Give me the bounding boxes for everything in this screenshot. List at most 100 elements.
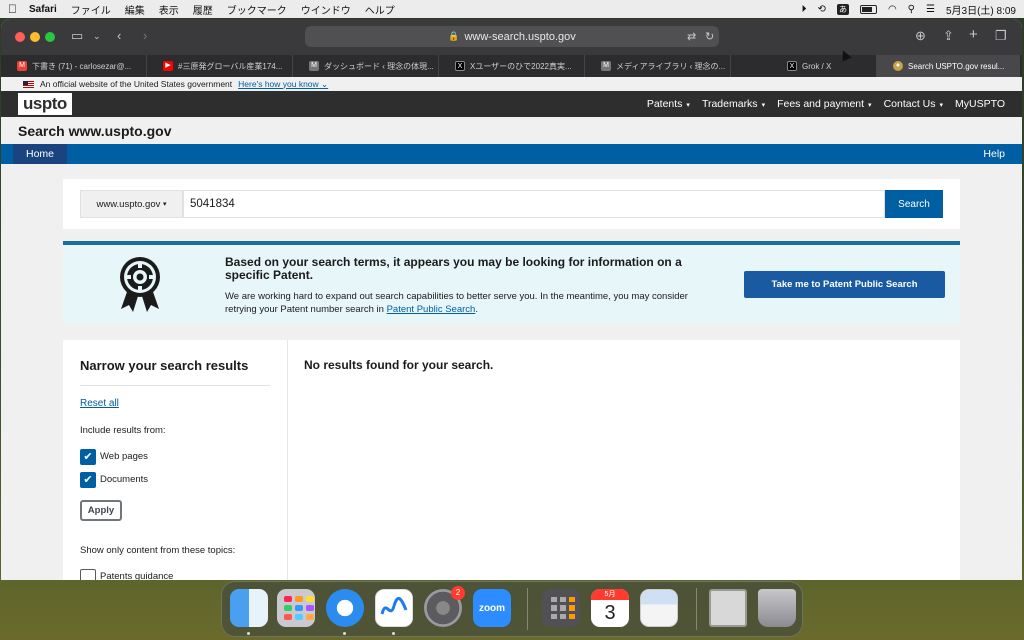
back-icon[interactable]: ‹ [117,28,121,43]
reset-all-link[interactable]: Reset all [80,398,119,409]
translate-icon[interactable]: ⇄ [687,30,696,43]
gov-banner: An official website of the United States… [1,77,1022,91]
settings-badge: 2 [451,586,465,600]
scope-label: www.uspto.gov [96,198,161,210]
uspto-seal-icon: ● [893,61,903,71]
lock-icon: 🔒 [448,31,460,41]
tab-dashboard[interactable]: M ダッシュボード ‹ 理念の体現... [293,55,439,77]
calendar-icon[interactable]: 5月 3 [591,589,629,627]
filter-sidebar: Narrow your search results Reset all Inc… [63,340,288,580]
menu-bar:  Safari ファイル 編集 表示 履歴 ブックマーク ウインドウ ヘルプ … [0,0,1024,18]
patents-guidance-checkbox[interactable] [80,569,96,580]
menu-file[interactable]: ファイル [71,2,111,17]
nav-label: Patents [646,98,683,110]
caret-down-icon: ▾ [163,201,167,208]
forward-icon[interactable]: › [143,28,147,43]
gov-banner-text: An official website of the United States… [40,79,233,89]
documents-checkbox[interactable]: ✔ [80,472,96,488]
x-icon: X [455,61,465,71]
url-text: www-search.uspto.gov [464,30,576,43]
us-flag-icon [23,80,34,88]
minimize-window-button[interactable] [30,32,40,42]
close-window-button[interactable] [15,32,25,42]
tab-media-library[interactable]: M メディアライブラリ ‹ 理念の... [585,55,731,77]
patent-public-search-button[interactable]: Take me to Patent Public Search [744,271,945,298]
menu-safari[interactable]: Safari [29,4,57,15]
time-machine-icon[interactable]: ⟲ [818,4,826,15]
nav-trademarks[interactable]: Trademarks ▾ [702,98,765,110]
freeform-icon[interactable] [375,589,413,627]
menu-window[interactable]: ウインドウ [301,2,351,17]
patent-public-search-link[interactable]: Patent Public Search [387,304,476,315]
tab-gmail[interactable]: M 下書き (71) - carlosezar@... [1,55,147,77]
tab-x-user[interactable]: X Xユーザーのひで2022真実... [439,55,585,77]
heres-how-you-know-link[interactable]: Here's how you know ⌄ [238,79,328,90]
input-method-icon[interactable]: あ [836,3,849,15]
menu-view[interactable]: 表示 [159,2,179,17]
nav-label: Fees and payment [777,98,865,110]
preview-icon[interactable] [640,589,678,627]
finder-icon[interactable] [230,589,268,627]
dock-separator [527,588,528,630]
site-header: uspto Patents ▾ Trademarks ▾ Fees and paym… [1,91,1022,117]
control-center-icon[interactable]: ☰ [926,4,935,15]
menu-edit[interactable]: 編集 [125,2,145,17]
safari-window: ▭ ⌄ ‹ › 🔒 www-search.uspto.gov ⇄ ↻ ⊕ ⇪ +… [1,19,1022,580]
nav-fees[interactable]: Fees and payment ▾ [777,98,871,110]
apply-button[interactable]: Apply [80,500,122,521]
menu-clock[interactable]: 5月3日(土) 8:09 [946,2,1016,17]
downloads-icon[interactable]: ⊕ [915,28,926,44]
sidebar-icon[interactable]: ▭ [71,28,83,44]
header-nav: Patents ▾ Trademarks ▾ Fees and payment ▾ C… [647,98,1005,110]
tab-youtube[interactable]: ▶ #三原発グローバル産業174... [147,55,293,77]
spotlight-icon[interactable]: ⚲ [908,4,915,15]
tab-label: ダッシュボード ‹ 理念の体現... [324,61,434,71]
tab-overview-icon[interactable]: ❐ [995,28,1007,44]
zoom-icon[interactable]: zoom [473,589,511,627]
tab-bar: M 下書き (71) - carlosezar@... ▶ #三原発グローバル産業1… [1,55,1022,77]
no-results-message: No results found for your search. [304,358,494,372]
nav-contact[interactable]: Contact Us ▾ [884,98,943,110]
menu-help[interactable]: ヘルプ [365,2,395,17]
tab-uspto-search[interactable]: ● Search USPTO.gov resul... [877,55,1020,77]
search-scope-select[interactable]: www.uspto.gov ▾ [80,190,183,218]
caret-down-icon: ▾ [761,102,766,109]
documents-stack-icon[interactable] [709,589,747,627]
uspto-logo[interactable]: uspto [18,93,72,115]
new-tab-icon[interactable]: + [969,26,978,43]
menu-bookmarks[interactable]: ブックマーク [227,2,287,17]
trash-icon[interactable] [758,589,796,627]
help-link[interactable]: Help [983,148,1005,160]
nav-label: Trademarks [701,98,758,110]
tab-label: Search USPTO.gov resul... [908,61,1005,71]
tab-label: Xユーザーのひで2022真実... [470,61,572,71]
calculator-icon[interactable] [542,589,580,627]
menu-history[interactable]: 履歴 [193,2,213,17]
site-icon: M [309,61,319,71]
gmail-icon: M [17,61,27,71]
chevron-down-icon[interactable]: ⌄ [93,31,101,42]
web-pages-checkbox[interactable]: ✔ [80,449,96,465]
share-icon[interactable]: ⇪ [943,28,954,44]
dock-separator [696,588,697,630]
search-input[interactable]: 5041834 [183,190,885,218]
browser-toolbar: ▭ ⌄ ‹ › 🔒 www-search.uspto.gov ⇄ ↻ ⊕ ⇪ +… [1,19,1022,55]
search-nav-bar: Home Help [1,144,1022,164]
search-button[interactable]: Search [885,190,943,218]
dock: 2 zoom 5月 3 [221,581,803,637]
zoom-window-button[interactable] [45,32,55,42]
nav-myuspto[interactable]: MyUSPTO [955,98,1005,110]
battery-icon[interactable] [859,4,877,14]
safari-icon[interactable] [326,589,364,627]
address-bar[interactable]: 🔒 www-search.uspto.gov [305,26,719,47]
apple-icon[interactable]:  [8,2,17,16]
wifi-icon[interactable]: ◠ [888,4,897,15]
nav-patents[interactable]: Patents ▾ [647,98,690,110]
freeform-squiggle [380,596,408,615]
tab-grok[interactable]: X Grok / X [731,55,877,77]
home-tab[interactable]: Home [13,144,68,164]
play-status-icon[interactable]: ⏵ [802,4,807,15]
reload-icon[interactable]: ↻ [705,30,714,43]
search-box: www.uspto.gov ▾ 5041834 Search [63,179,960,229]
launchpad-icon[interactable] [277,589,315,627]
